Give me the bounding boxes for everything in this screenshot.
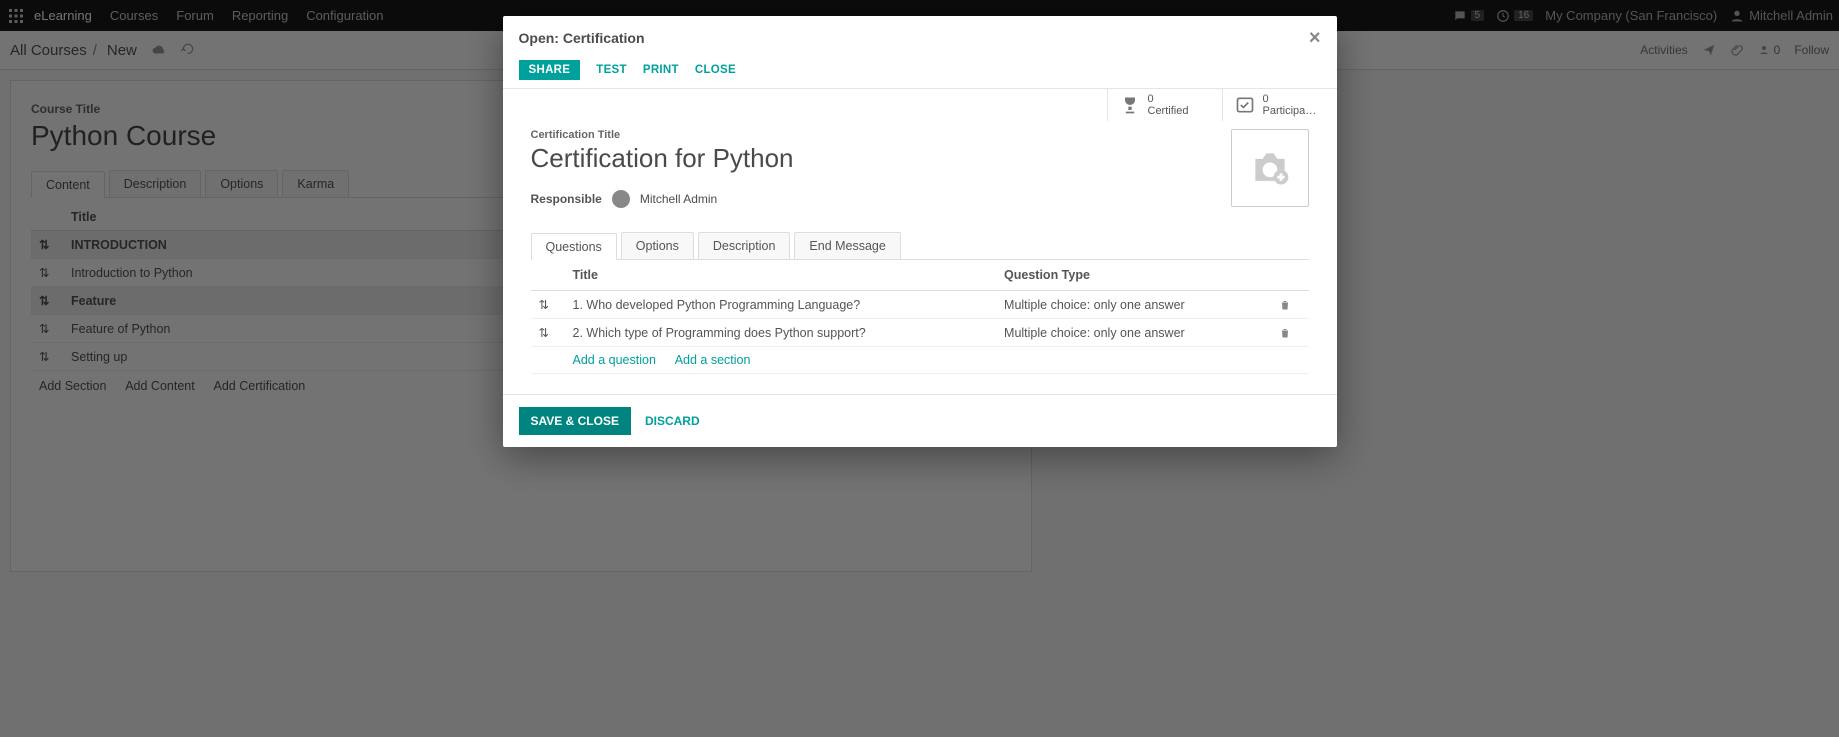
responsible-label: Responsible	[531, 192, 602, 206]
cert-title-value[interactable]: Certification for Python	[531, 143, 1309, 174]
share-button[interactable]: SHARE	[519, 60, 581, 80]
modal-body: Certification Title Certification for Py…	[503, 121, 1337, 394]
tab-description[interactable]: Description	[698, 232, 791, 259]
modal-footer: SAVE & CLOSE DISCARD	[503, 394, 1337, 447]
table-row[interactable]: ⇅ 1. Who developed Python Programming La…	[531, 291, 1309, 319]
avatar	[612, 190, 630, 208]
save-close-button[interactable]: SAVE & CLOSE	[519, 407, 631, 435]
qcol-title: Title	[565, 260, 997, 291]
inner-tabs: Questions Options Description End Messag…	[531, 232, 1309, 260]
responsible-row: Responsible Mitchell Admin	[531, 190, 1231, 208]
modal-toolbar: SHARE TEST PRINT CLOSE	[503, 60, 1337, 88]
tab-end-message[interactable]: End Message	[794, 232, 900, 259]
delete-row-icon[interactable]	[1271, 291, 1309, 319]
questions-table: Title Question Type ⇅ 1. Who developed P…	[531, 260, 1309, 374]
delete-row-icon[interactable]	[1271, 319, 1309, 347]
drag-handle-icon[interactable]: ⇅	[531, 319, 565, 347]
image-upload-placeholder[interactable]	[1231, 129, 1309, 207]
camera-plus-icon	[1248, 146, 1292, 190]
close-button[interactable]: CLOSE	[695, 60, 736, 80]
qcol-qtype: Question Type	[996, 260, 1270, 291]
tab-options[interactable]: Options	[621, 232, 694, 259]
add-section-link[interactable]: Add a section	[675, 353, 751, 367]
certification-modal: Open: Certification × SHARE TEST PRINT C…	[503, 16, 1337, 447]
drag-handle-icon[interactable]: ⇅	[531, 291, 565, 319]
stat-row: 0Certified 0Participa…	[503, 88, 1337, 121]
print-button[interactable]: PRINT	[643, 60, 679, 80]
trophy-icon	[1120, 95, 1140, 115]
discard-button[interactable]: DISCARD	[645, 414, 700, 428]
modal-overlay: Open: Certification × SHARE TEST PRINT C…	[0, 0, 1839, 737]
test-button[interactable]: TEST	[596, 60, 627, 80]
responsible-value[interactable]: Mitchell Admin	[640, 192, 717, 206]
add-question-link[interactable]: Add a question	[573, 353, 656, 367]
stat-certified[interactable]: 0Certified	[1107, 89, 1222, 121]
modal-header: Open: Certification ×	[503, 16, 1337, 60]
table-row[interactable]: ⇅ 2. Which type of Programming does Pyth…	[531, 319, 1309, 347]
modal-title: Open: Certification	[519, 30, 645, 46]
tab-questions[interactable]: Questions	[531, 233, 617, 260]
stat-participants[interactable]: 0Participa…	[1222, 89, 1337, 121]
checklist-icon	[1235, 95, 1255, 115]
cert-title-label: Certification Title	[531, 129, 1309, 141]
close-icon[interactable]: ×	[1309, 28, 1321, 48]
